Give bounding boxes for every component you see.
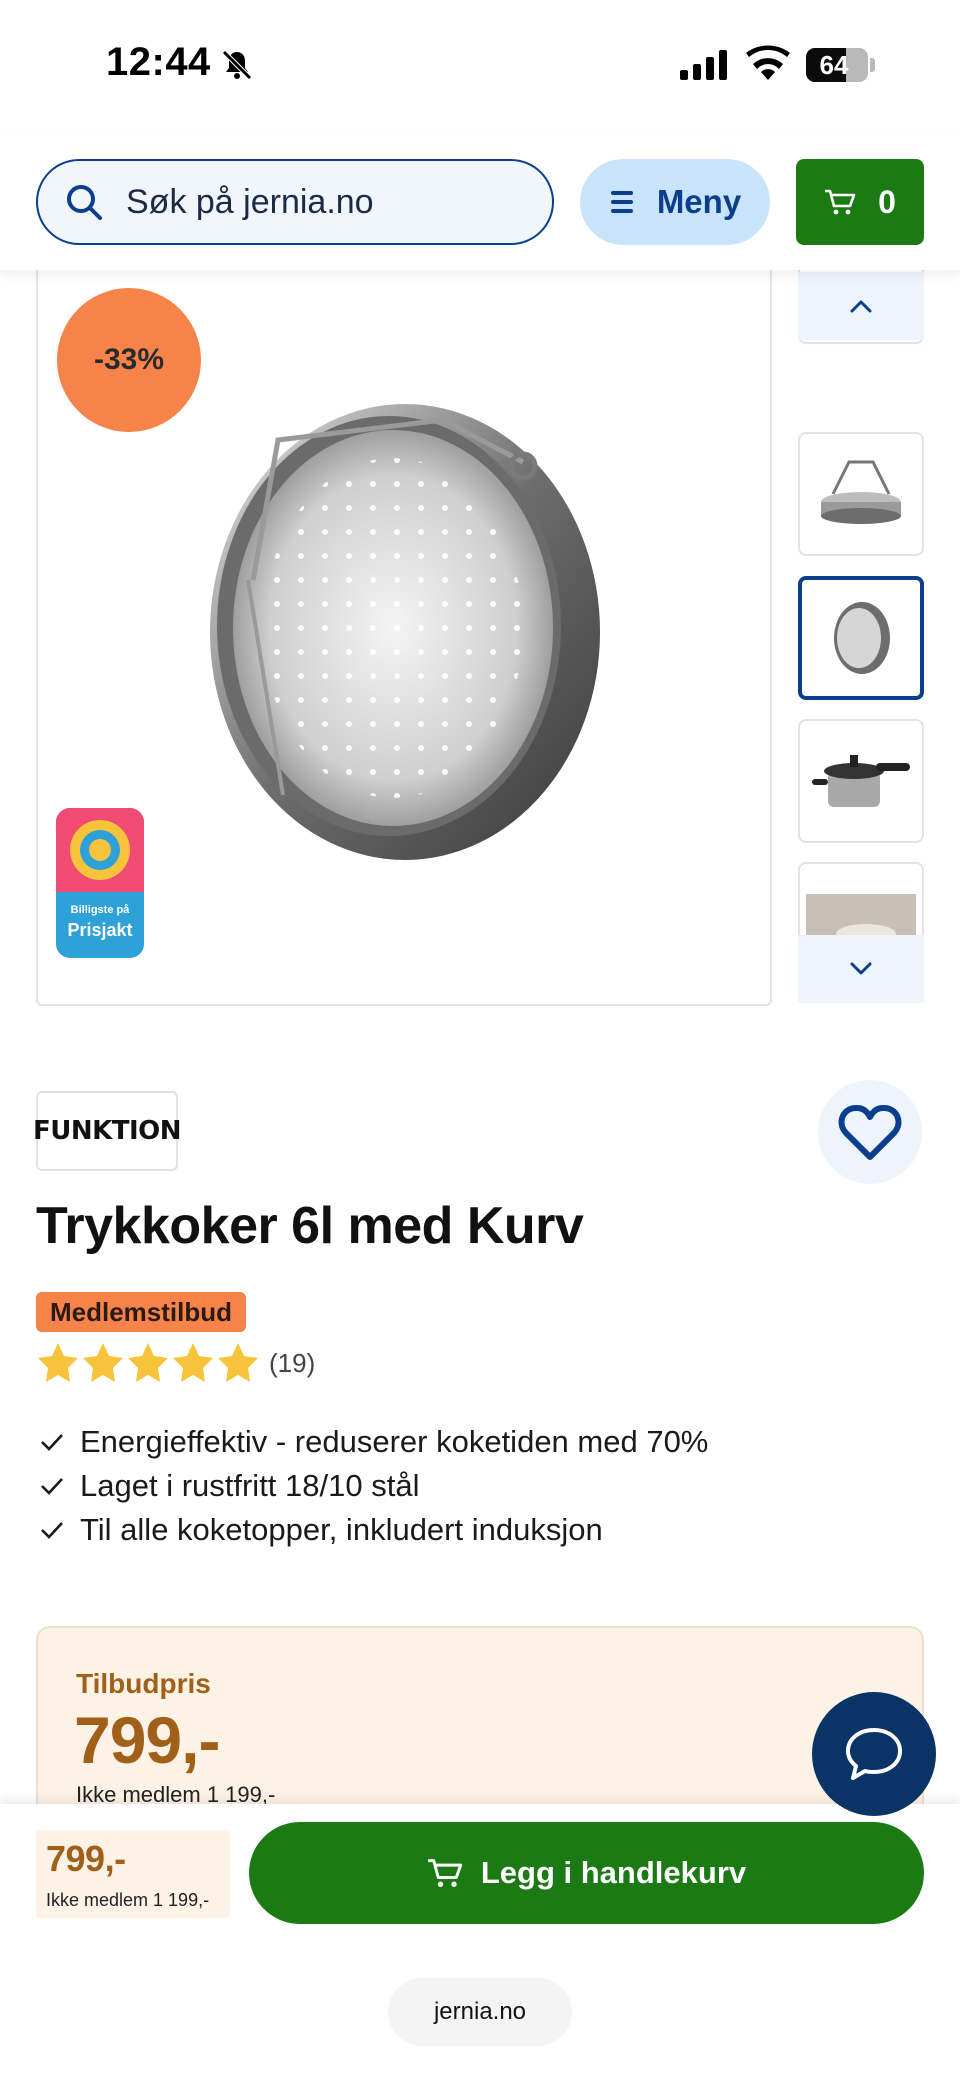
- product-main-image[interactable]: -33% Billigste på Prisjakt: [36, 270, 772, 1006]
- member-offer-badge: Medlemstilbud: [36, 1292, 247, 1332]
- brand-logo[interactable]: FUNKTION: [33, 1091, 182, 1171]
- site-header: Søk på jernia.no Meny 0: [0, 130, 960, 270]
- battery-tip: [870, 58, 875, 72]
- feature-text: Energieffektiv - reduserer koketiden med…: [80, 1424, 709, 1459]
- search-input[interactable]: Søk på jernia.no: [36, 159, 554, 245]
- feature-item: Laget i rustfritt 18/10 stål: [40, 1464, 708, 1508]
- cart-count: 0: [878, 183, 896, 220]
- prisjakt-target-icon: [70, 820, 130, 880]
- thumbnail-2[interactable]: [798, 432, 924, 556]
- checkmark-icon: [41, 1522, 63, 1539]
- status-bar: 12:44 64: [0, 0, 960, 130]
- prisjakt-name: Prisjakt: [67, 920, 133, 940]
- review-count: (19): [269, 1347, 316, 1378]
- search-placeholder: Søk på jernia.no: [126, 182, 374, 221]
- offer-price: 799,-: [74, 1703, 220, 1777]
- price-card: Tilbudpris 799,- Ikke medlem 1 199,-: [36, 1626, 924, 1826]
- favorite-button[interactable]: [818, 1080, 922, 1184]
- star-icon: [128, 1343, 168, 1382]
- feature-list: Energieffektiv - reduserer koketiden med…: [40, 1420, 708, 1552]
- search-icon: [67, 185, 102, 220]
- star-icon: [38, 1343, 78, 1382]
- sticky-non-member-price: Ikke medlem 1 199,-: [46, 1890, 210, 1910]
- product-title: Trykkoker 6l med Kurv: [36, 1197, 584, 1255]
- wifi-icon: [746, 45, 790, 80]
- cellular-signal-icon: [680, 50, 727, 80]
- sticky-cart-bar: 799,- Ikke medlem 1 199,- Legg i handlek…: [0, 1804, 960, 2081]
- offer-price-label: Tilbudpris: [76, 1668, 211, 1699]
- feature-item: Energieffektiv - reduserer koketiden med…: [40, 1420, 708, 1464]
- thumbnail-basket-image: [834, 602, 890, 674]
- chevron-down-icon: [850, 962, 872, 975]
- thumbnail-3-selected[interactable]: [798, 576, 924, 700]
- status-time: 12:44: [106, 40, 211, 84]
- thumbnail-strip: [798, 270, 924, 1005]
- menu-label: Meny: [656, 183, 742, 220]
- chevron-up-icon: [850, 300, 872, 313]
- battery-indicator: 64: [806, 48, 868, 82]
- cart-button[interactable]: 0: [796, 159, 924, 245]
- thumbnail-4[interactable]: [798, 719, 924, 843]
- star-icon: [218, 1343, 258, 1382]
- sticky-price: 799,- Ikke medlem 1 199,-: [36, 1830, 230, 1918]
- menu-button[interactable]: Meny: [580, 159, 770, 245]
- hamburger-icon: [610, 191, 633, 213]
- cart-icon: [427, 1859, 463, 1887]
- thumbnail-scroll-down[interactable]: [798, 935, 924, 1003]
- discount-badge: -33%: [57, 288, 201, 432]
- prisjakt-badge: Billigste på Prisjakt: [56, 808, 144, 958]
- thumbnail-basket-handle-image: [821, 460, 901, 524]
- feature-text: Laget i rustfritt 18/10 stål: [80, 1468, 420, 1503]
- battery-level: 64: [819, 50, 849, 80]
- rating[interactable]: (19): [36, 1341, 315, 1385]
- star-icon: [173, 1343, 213, 1382]
- add-to-cart-label: Legg i handlekurv: [480, 1855, 747, 1890]
- chat-button[interactable]: [812, 1692, 936, 1816]
- prisjakt-small-text: Billigste på: [70, 904, 130, 916]
- browser-url-pill[interactable]: jernia.no: [388, 1978, 572, 2046]
- thumbnail-pressure-cooker-image: [812, 755, 910, 807]
- feature-item: Til alle koketopper, inkludert induksjon: [40, 1508, 708, 1552]
- add-to-cart-button[interactable]: Legg i handlekurv: [249, 1822, 924, 1924]
- star-icon: [83, 1343, 123, 1382]
- sticky-price-value: 799,-: [46, 1838, 126, 1879]
- checkmark-icon: [41, 1478, 63, 1495]
- thumbnail-scroll-up[interactable]: [798, 272, 924, 340]
- steamer-basket-image: [210, 404, 600, 860]
- chat-bubble-icon: [846, 1728, 902, 1780]
- checkmark-icon: [41, 1434, 63, 1451]
- cart-icon: [825, 189, 856, 215]
- bell-muted-icon: [222, 50, 252, 80]
- feature-text: Til alle koketopper, inkludert induksjon: [80, 1512, 603, 1547]
- heart-icon: [838, 1105, 902, 1160]
